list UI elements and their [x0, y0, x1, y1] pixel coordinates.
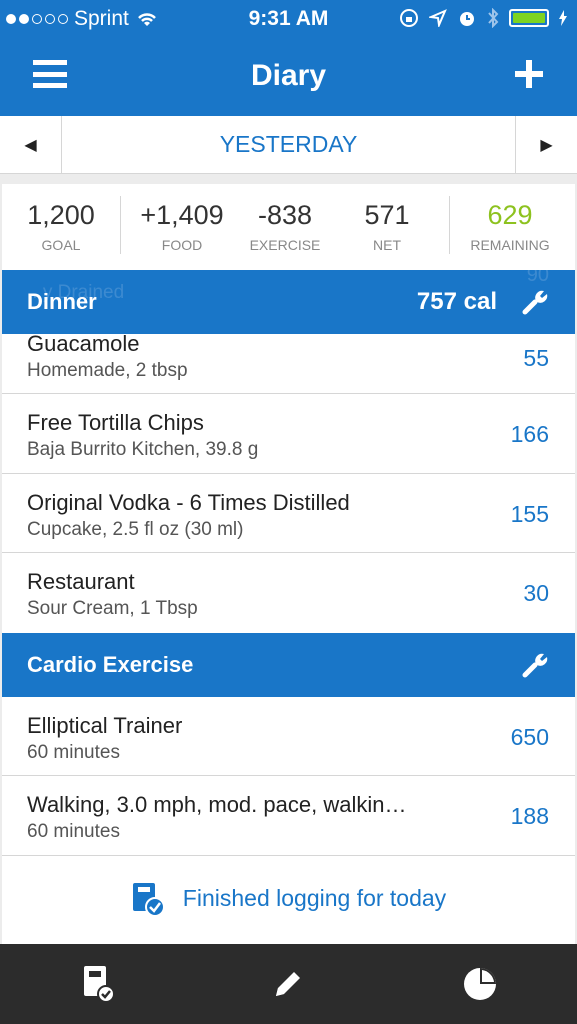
- goal-value: 1,200: [27, 200, 95, 230]
- entry-calories: 188: [510, 803, 549, 829]
- tab-diary[interactable]: [76, 962, 120, 1006]
- remaining-value: 629: [487, 200, 533, 230]
- divider: [120, 196, 121, 254]
- entry-detail: Homemade, 2 tbsp: [27, 360, 188, 381]
- diary-check-icon: [84, 966, 115, 1003]
- food-entry[interactable]: Original Vodka - 6 Times Distilled Cupca…: [2, 474, 575, 553]
- scrolled-item-value: 90: [526, 270, 549, 286]
- food-entry[interactable]: Free Tortilla Chips Baja Burrito Kitchen…: [2, 394, 575, 474]
- entry-calories: 55: [523, 345, 549, 371]
- alarm-icon: [460, 12, 474, 26]
- top-bar: Sprint 9:31 AM Diary: [0, 0, 577, 116]
- exercise-entry[interactable]: Walking, 3.0 mph, mod. pace, walkin… 60 …: [2, 776, 575, 856]
- pencil-icon: [276, 972, 300, 996]
- entry-title: Walking, 3.0 mph, mod. pace, walkin…: [27, 792, 407, 817]
- divider: [449, 196, 450, 254]
- entry-title: Guacamole: [27, 331, 140, 356]
- section-calories: 757 cal: [416, 288, 497, 315]
- remaining-label: REMAINING: [470, 237, 550, 253]
- page-title: Diary: [250, 59, 327, 92]
- entry-title: Restaurant: [27, 569, 135, 594]
- food-entry[interactable]: Restaurant Sour Cream, 1 Tbsp 30: [2, 553, 575, 633]
- diary-list[interactable]: ...y Drained 90 Dinner 757 cal Guacamole…: [2, 270, 575, 944]
- entry-title: Original Vodka - 6 Times Distilled: [27, 489, 350, 515]
- bottom-tab-bar: [0, 944, 577, 1024]
- entry-detail: 60 minutes: [27, 821, 120, 842]
- next-day-button[interactable]: ▶: [515, 116, 577, 174]
- section-title: Dinner: [27, 289, 97, 314]
- entry-detail: Sour Cream, 1 Tbsp: [27, 598, 198, 619]
- calorie-summary[interactable]: 1,200 GOAL +1,409 FOOD -838 EXERCISE 571…: [2, 184, 575, 270]
- cardio-section-header[interactable]: Cardio Exercise: [2, 632, 575, 697]
- exercise-label: EXERCISE: [249, 237, 321, 253]
- entry-detail: Baja Burrito Kitchen, 39.8 g: [27, 439, 259, 460]
- charging-icon: [559, 10, 567, 26]
- entry-calories: 30: [523, 580, 549, 606]
- exercise-entry[interactable]: Elliptical Trainer 60 minutes 650: [2, 697, 575, 776]
- diary-check-icon: [132, 882, 165, 917]
- prev-day-button[interactable]: ◀: [0, 116, 62, 174]
- entry-detail: 60 minutes: [27, 741, 120, 763]
- entry-calories: 166: [510, 421, 549, 447]
- bluetooth-icon: [488, 8, 499, 28]
- wrench-icon[interactable]: [521, 651, 549, 679]
- wrench-icon[interactable]: [521, 288, 549, 316]
- date-bar: ◀ YESTERDAY ▶: [0, 116, 577, 174]
- summary-food: +1,409 FOOD: [134, 200, 230, 253]
- tab-log[interactable]: [266, 962, 310, 1006]
- summary-exercise: -838 EXERCISE: [238, 200, 332, 253]
- goal-label: GOAL: [41, 237, 81, 253]
- food-label: FOOD: [161, 237, 203, 253]
- entry-calories: 155: [510, 500, 549, 527]
- net-value: 571: [364, 200, 410, 230]
- entry-detail: Cupcake, 2.5 fl oz (30 ml): [27, 518, 244, 540]
- entry-title: Free Tortilla Chips: [27, 410, 204, 435]
- net-label: NET: [373, 237, 401, 253]
- nav-bar: Diary: [0, 38, 577, 116]
- pie-chart-icon: [464, 968, 496, 1000]
- finished-logging-button[interactable]: Finished logging for today: [2, 856, 575, 942]
- battery-icon: [509, 9, 549, 27]
- plus-icon[interactable]: [515, 60, 543, 88]
- food-value: +1,409: [140, 200, 224, 230]
- entry-calories: 650: [510, 723, 549, 750]
- summary-remaining: 629 REMAINING: [460, 200, 560, 253]
- date-label[interactable]: YESTERDAY: [62, 131, 515, 158]
- finished-logging-label: Finished logging for today: [182, 885, 447, 911]
- status-bar: Sprint 9:31 AM: [0, 0, 577, 38]
- rotation-lock-icon: [400, 9, 418, 27]
- exercise-value: -838: [257, 200, 313, 230]
- summary-goal: 1,200 GOAL: [16, 200, 106, 253]
- entry-title: Elliptical Trainer: [27, 712, 183, 738]
- food-entry[interactable]: Guacamole Homemade, 2 tbsp 55: [2, 331, 575, 394]
- location-icon: [429, 9, 447, 27]
- section-title: Cardio Exercise: [27, 651, 194, 677]
- dinner-section-header[interactable]: ...y Drained 90 Dinner 757 cal: [2, 270, 575, 334]
- summary-net: 571 NET: [347, 200, 427, 253]
- status-icons: [399, 8, 567, 28]
- tab-progress[interactable]: [458, 962, 502, 1006]
